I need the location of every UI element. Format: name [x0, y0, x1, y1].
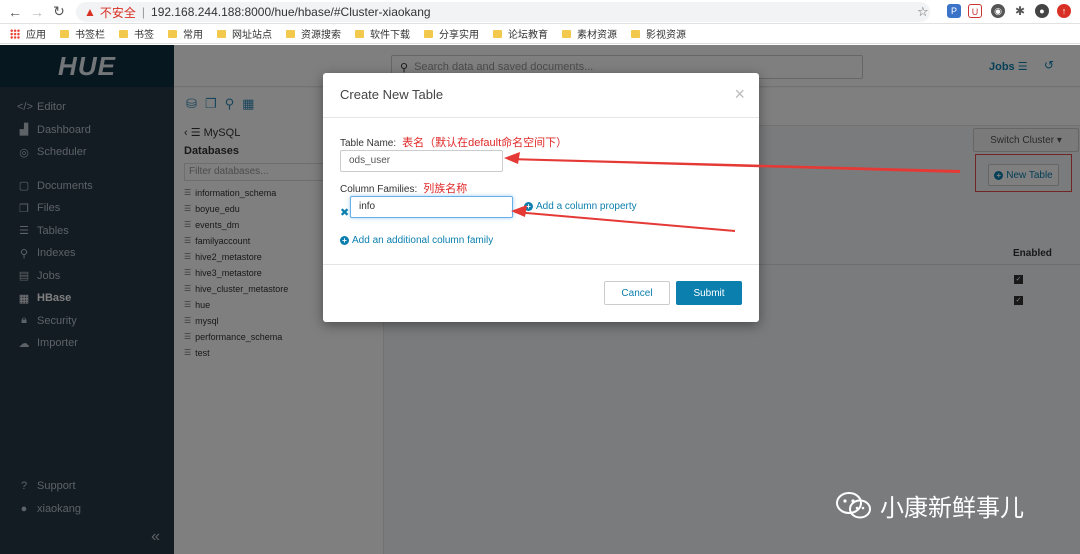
wechat-icon — [836, 491, 872, 520]
dialog-footer: Cancel Submit — [323, 264, 759, 322]
folder-icon — [562, 29, 571, 38]
dialog-title: Create New Table — [340, 87, 444, 102]
add-column-property-link[interactable]: + Add a column property — [524, 201, 637, 212]
watermark-text: 小康新鲜事儿 — [880, 495, 1024, 522]
create-table-dialog: Create New Table × Table Name: 表名（默认在defa… — [323, 73, 759, 322]
bookmark-item[interactable]: 软件下载 — [355, 26, 410, 41]
submit-button[interactable]: Submit — [676, 281, 742, 305]
folder-icon — [119, 29, 128, 38]
bookmark-item[interactable]: 资源搜索 — [286, 26, 341, 41]
folder-icon — [355, 29, 364, 38]
profile-icon[interactable]: ● — [1035, 4, 1049, 18]
folder-icon — [168, 29, 177, 38]
bookmark-item[interactable]: 网址站点 — [217, 26, 272, 41]
watermark: 小康新鲜事儿 — [836, 488, 1024, 523]
update-icon[interactable]: ↑ — [1057, 4, 1071, 18]
bookmark-item[interactable]: 素材资源 — [562, 26, 617, 41]
column-families-label: Column Families: 列族名称 — [340, 183, 468, 195]
extension-icon[interactable]: U — [968, 4, 982, 18]
back-icon[interactable]: ← — [4, 4, 26, 20]
plus-circle-icon: + — [524, 202, 533, 211]
apps-icon — [10, 28, 20, 39]
table-name-annotation: 表名（默认在default命名空间下） — [402, 137, 568, 149]
column-families-annotation: 列族名称 — [423, 183, 468, 195]
folder-icon — [424, 29, 433, 38]
folder-icon — [286, 29, 295, 38]
table-name-label: Table Name: 表名（默认在default命名空间下） — [340, 137, 568, 149]
reload-icon[interactable]: ↻ — [48, 3, 70, 20]
bookmark-apps[interactable]: 应用 — [10, 26, 46, 41]
folder-icon — [631, 29, 640, 38]
bookmarks-bar: 应用 书签栏 书签 常用 网址站点 资源搜索 软件下载 分享实用 论坛教育 素材… — [0, 24, 1080, 44]
address-bar[interactable]: ▲ 不安全 | 192.168.244.188:8000/hue/hbase/#… — [76, 2, 930, 22]
bookmark-item[interactable]: 常用 — [168, 26, 203, 41]
bookmark-item[interactable]: 论坛教育 — [493, 26, 548, 41]
folder-icon — [493, 29, 502, 38]
column-family-input[interactable]: info — [350, 196, 513, 218]
add-column-family-link[interactable]: + Add an additional column family — [340, 235, 493, 246]
warning-icon: ▲ — [84, 5, 96, 19]
url-text: 192.168.244.188:8000/hue/hbase/#Cluster-… — [151, 5, 431, 19]
remove-column-family-icon[interactable]: ✖ — [340, 206, 349, 219]
folder-icon — [60, 29, 69, 38]
extension-icon[interactable]: P — [947, 4, 961, 18]
dialog-header: Create New Table × — [323, 73, 759, 118]
bookmark-item[interactable]: 书签栏 — [60, 26, 105, 41]
browser-toolbar: ← → ↻ ▲ 不安全 | 192.168.244.188:8000/hue/h… — [0, 0, 1080, 24]
puzzle-icon[interactable]: ✱ — [1013, 4, 1027, 18]
extension-icon[interactable]: ◉ — [991, 4, 1005, 18]
forward-icon[interactable]: → — [26, 4, 48, 20]
table-name-input[interactable]: ods_user — [340, 150, 503, 172]
bookmark-item[interactable]: 影视资源 — [631, 26, 686, 41]
cancel-button[interactable]: Cancel — [604, 281, 670, 305]
bookmark-star-icon[interactable]: ☆ — [917, 4, 929, 20]
bookmark-item[interactable]: 分享实用 — [424, 26, 479, 41]
close-icon[interactable]: × — [734, 84, 745, 105]
insecure-label: 不安全 — [99, 5, 136, 20]
bookmark-item[interactable]: 书签 — [119, 26, 154, 41]
folder-icon — [217, 29, 226, 38]
plus-circle-icon: + — [340, 236, 349, 245]
